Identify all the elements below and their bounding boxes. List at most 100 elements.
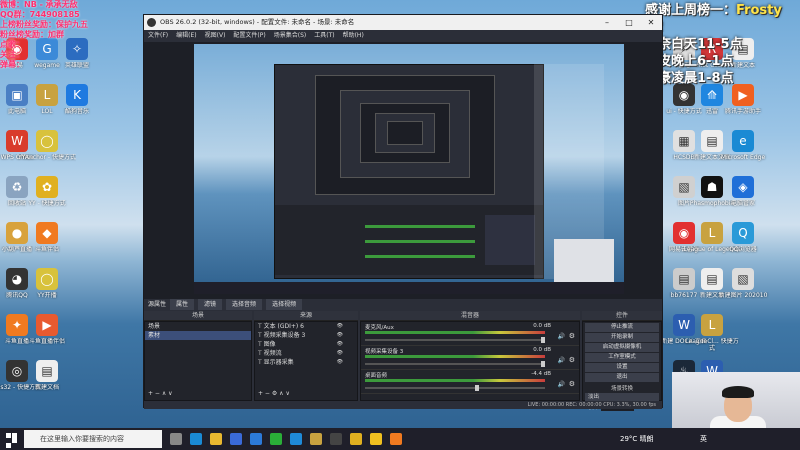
- scene-item[interactable]: 场景: [145, 322, 251, 331]
- desktop-icon[interactable]: ▧ 新建图片 202010: [714, 268, 772, 318]
- volume-slider-knob[interactable]: [541, 361, 545, 367]
- gear-icon[interactable]: ⚙: [569, 356, 575, 364]
- maximize-button[interactable]: □: [618, 15, 640, 30]
- source-label: 文本 (GDI+) 6: [263, 323, 304, 330]
- explorer-icon[interactable]: [210, 433, 222, 445]
- gear-icon[interactable]: ⚙: [569, 332, 575, 340]
- desktop-icon-label: Microsoft Edge: [720, 154, 766, 161]
- scene-toolbar: + − ∧ ∨: [148, 390, 173, 397]
- sources-dock[interactable]: T 文本 (GDI+) 6 👁 T 视频采集设备 3 👁 T 图像 👁 T 视频流 👁 T 显示…: [254, 321, 358, 401]
- lol-icon[interactable]: [310, 433, 322, 445]
- desktop-icon[interactable]: L LeagueCl... 快捷方式: [683, 314, 741, 364]
- eye-icon[interactable]: 👁: [337, 322, 343, 331]
- yy-icon[interactable]: [370, 433, 382, 445]
- obs-window[interactable]: OBS 26.0.2 (32-bit, windows) - 配置文件: 未命名…: [143, 14, 663, 411]
- minimize-button[interactable]: –: [596, 15, 618, 30]
- store-icon[interactable]: [230, 433, 242, 445]
- speaker-icon[interactable]: 🔊: [558, 333, 565, 340]
- menu-item[interactable]: 帮助(H): [343, 32, 364, 39]
- desktop-icon[interactable]: ◈ 电脑管家: [714, 176, 772, 226]
- mixer-channel-name: 视频采集设备 3: [365, 349, 404, 355]
- overlay-line: 点歌：: [0, 40, 24, 49]
- desktop-icon-label: 酷狗音乐: [64, 108, 89, 115]
- scene-item[interactable]: 素材: [145, 331, 251, 340]
- desktop-icon[interactable]: e Microsoft Edge: [714, 130, 772, 180]
- source-label: 显示器采集: [263, 359, 294, 366]
- taskbar-search-input[interactable]: 在这里输入你要搜索的内容: [24, 430, 162, 448]
- mixer-channel[interactable]: 视频采集设备 3 0.0 dB 🔊 ⚙: [361, 346, 579, 370]
- source-item[interactable]: T 视频采集设备 3 👁: [255, 331, 357, 340]
- desktop-icon[interactable]: K 酷狗音乐: [48, 84, 106, 134]
- volume-slider[interactable]: [365, 361, 545, 367]
- start-icon[interactable]: [6, 433, 18, 448]
- desktop-icon[interactable]: ◯ YY开播: [18, 268, 76, 318]
- toolbar-button[interactable]: 选择视频: [266, 299, 303, 310]
- stream-overlay-info: 微博：NB - 承承无敌 QQ群：744908185 上榜粉丝奖励：保护九五 粉丝榜奖…: [0, 0, 110, 70]
- app-icon: Q: [732, 222, 754, 244]
- task-view-icon[interactable]: [170, 433, 182, 445]
- menu-item[interactable]: 场景集合(S): [274, 32, 307, 39]
- speaker-icon[interactable]: 🔊: [558, 357, 565, 364]
- desktop-icon[interactable]: ✿ YY - 快捷方式: [18, 176, 76, 226]
- app-icon: K: [66, 84, 88, 106]
- source-item[interactable]: T 图像 👁: [255, 340, 357, 349]
- controls-dock[interactable]: 停止推流开始录制启动虚拟摄像机工作室模式设置退出场景转换淡出时长300 ms: [582, 321, 662, 411]
- eye-icon[interactable]: 👁: [337, 349, 343, 358]
- volume-slider-knob[interactable]: [541, 337, 545, 343]
- control-button[interactable]: 工作室模式: [585, 353, 659, 362]
- source-toolbar-label: 源属性: [148, 301, 167, 308]
- control-button[interactable]: 退出: [585, 373, 659, 382]
- mixer-dock[interactable]: 麦克风/Aux 0.0 dB 🔊 ⚙ 视频采集设备 3 0.0 dB 🔊 ⚙ 桌面音频 -4.4 …: [360, 321, 580, 401]
- menu-item[interactable]: 编辑(E): [176, 32, 196, 39]
- eye-icon[interactable]: 👁: [337, 358, 343, 367]
- desktop-icon[interactable]: ◯ YYAnchor - 快捷方式: [18, 130, 76, 180]
- mixer-channel[interactable]: 麦克风/Aux 0.0 dB 🔊 ⚙: [361, 322, 579, 346]
- controls-header: 控件: [582, 311, 662, 321]
- volume-slider-knob[interactable]: [475, 385, 479, 391]
- scenes-dock[interactable]: 场景 素材 + − ∧ ∨: [144, 321, 252, 401]
- mixer-channel-name: 桌面音频: [365, 373, 388, 379]
- mail-icon[interactable]: [250, 433, 262, 445]
- speaker-icon[interactable]: 🔊: [558, 381, 565, 388]
- menu-item[interactable]: 视图(V): [205, 32, 226, 39]
- edge-icon[interactable]: [190, 433, 202, 445]
- taskbar: 在这里输入你要搜索的内容 29°C 晴朗 英: [0, 428, 800, 450]
- menu-item[interactable]: 文件(F): [148, 32, 168, 39]
- mixer-channel[interactable]: 桌面音频 -4.4 dB 🔊 ⚙: [361, 370, 579, 394]
- desktop-icon[interactable]: ▶ 腾讯手游助手: [714, 84, 772, 134]
- obs-preview[interactable]: [144, 42, 662, 299]
- obs-titlebar[interactable]: OBS 26.0.2 (32-bit, windows) - 配置文件: 未命名…: [144, 15, 662, 30]
- menu-item[interactable]: 工具(T): [314, 32, 334, 39]
- wechat-icon[interactable]: [270, 433, 282, 445]
- desktop-icon[interactable]: ▤ 新建文档: [18, 360, 76, 410]
- control-button[interactable]: 设置: [585, 363, 659, 372]
- control-button[interactable]: 启动虚拟摄像机: [585, 343, 659, 352]
- eye-icon[interactable]: 👁: [337, 331, 343, 340]
- desktop-icon[interactable]: ▶ 斗鱼直播伴侣: [18, 314, 76, 364]
- qq-icon[interactable]: [290, 433, 302, 445]
- chrome-icon[interactable]: [350, 433, 362, 445]
- close-button[interactable]: ✕: [640, 15, 662, 30]
- menu-item[interactable]: 配置文件(P): [233, 32, 265, 39]
- source-item[interactable]: T 视频流 👁: [255, 349, 357, 358]
- obs-menubar: 文件(F) 编辑(E) 视图(V) 配置文件(P) 场景集合(S) 工具(T) 帮助(H): [144, 30, 662, 42]
- douyu-icon[interactable]: [390, 433, 402, 445]
- toolbar-button[interactable]: 滤镜: [198, 299, 223, 310]
- gear-icon[interactable]: ⚙: [569, 380, 575, 388]
- source-item[interactable]: T 文本 (GDI+) 6 👁: [255, 322, 357, 331]
- volume-slider[interactable]: [365, 385, 545, 391]
- toolbar-button[interactable]: 属性: [170, 299, 195, 310]
- desktop-icon[interactable]: ◆ 斗鱼伴侣: [18, 222, 76, 272]
- scenes-header: 场景: [144, 311, 252, 321]
- control-button[interactable]: 停止推流: [585, 323, 659, 332]
- weather-widget[interactable]: 29°C 晴朗: [620, 428, 654, 450]
- input-language[interactable]: 英: [700, 428, 707, 450]
- obs-icon[interactable]: [330, 433, 342, 445]
- eye-icon[interactable]: 👁: [337, 340, 343, 349]
- desktop-icon[interactable]: Q QQ浏览器: [714, 222, 772, 272]
- control-button[interactable]: 开始录制: [585, 333, 659, 342]
- volume-slider[interactable]: [365, 337, 545, 343]
- source-item[interactable]: T 显示器采集 👁: [255, 358, 357, 367]
- toolbar-button[interactable]: 选择音频: [226, 299, 263, 310]
- overlay-schedule-3: 阿豪凌晨1-8点: [645, 71, 734, 86]
